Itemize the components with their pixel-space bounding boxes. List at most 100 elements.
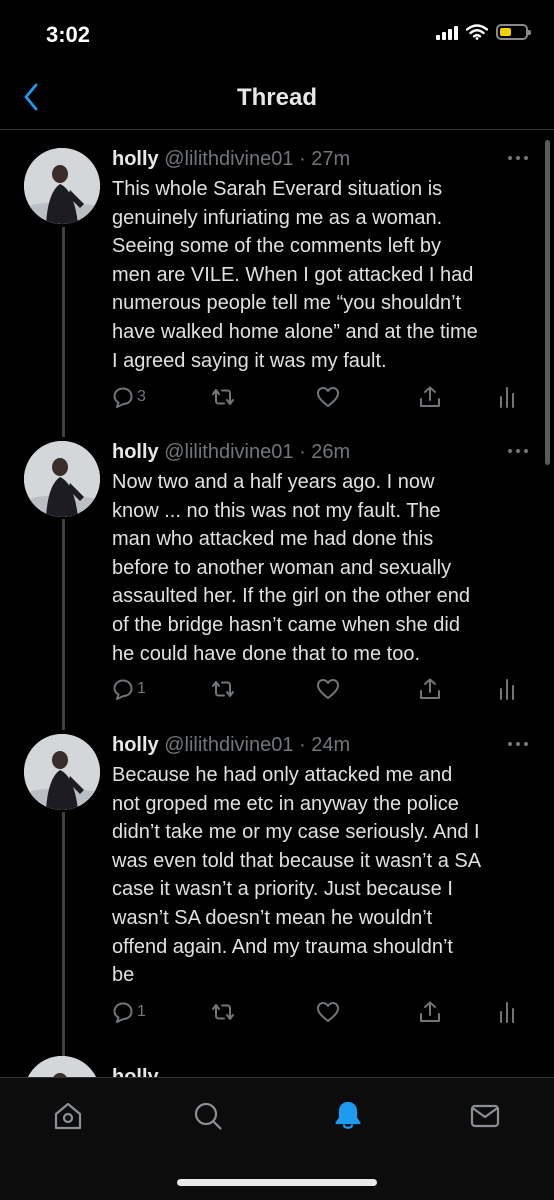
like-button[interactable] [316, 997, 340, 1027]
status-icons [436, 24, 531, 40]
analytics-button[interactable] [498, 997, 516, 1027]
tweet-text: Now two and a half years ago. I now know… [112, 468, 532, 668]
search-icon [194, 1102, 222, 1130]
scrollbar[interactable] [545, 140, 550, 465]
tab-messages[interactable] [463, 1094, 507, 1138]
retweet-button[interactable] [210, 997, 236, 1027]
analytics-icon [500, 679, 514, 700]
thread-connector-line [62, 714, 65, 730]
tweet-line: before to another woman and sexually [112, 556, 452, 579]
tweet-line: Because he had only attacked me and [112, 764, 453, 786]
tweet[interactable]: holly [0, 1036, 554, 1077]
battery-icon [496, 24, 531, 40]
reply-icon [113, 1002, 133, 1023]
tweet[interactable]: holly @lilithdivine01 · 24m Because he h… [0, 714, 554, 1057]
reply-button[interactable]: 1 [112, 997, 146, 1027]
notifications-bell-icon [335, 1101, 361, 1129]
tweet[interactable]: holly @lilithdivine01 · 26m Now two and … [0, 421, 554, 714]
thread-connector-line [62, 812, 65, 1057]
page-title: Thread [236, 84, 317, 111]
avatar[interactable] [24, 441, 100, 517]
tweet-line: was even told that because it wasn’t a S… [112, 849, 482, 872]
more-options-icon[interactable] [508, 742, 528, 746]
tweet-line: men are VILE. When I got attacked I had [112, 263, 474, 286]
display-name[interactable]: holly [112, 441, 159, 463]
user-handle[interactable]: @lilithdivine01 [164, 441, 293, 463]
tweet-line: be [112, 964, 135, 987]
avatar-photo [24, 441, 100, 517]
user-handle[interactable]: @lilithdivine01 [164, 734, 293, 756]
tweet-line: This whole Sarah Everard situation is [112, 178, 443, 200]
avatar-photo [24, 734, 100, 810]
status-bar: 3:02 [0, 0, 554, 66]
tweet-line: didn’t take me or my case seriously. And… [112, 821, 480, 844]
tweet-line: Seeing some of the comments left by [112, 235, 442, 258]
tweet-header: holly @lilithdivine01 · 26m [112, 441, 350, 464]
share-icon [420, 1001, 440, 1022]
avatar[interactable] [24, 1056, 100, 1077]
wifi-icon [466, 24, 488, 40]
tweet-line: have walked home alone” and at the time [112, 320, 478, 343]
more-options-icon[interactable] [508, 449, 528, 453]
tweet-text: Because he had only attacked me and not … [112, 761, 532, 990]
avatar[interactable] [24, 734, 100, 810]
tweet-line: know ... no this was not my fault. The [112, 499, 441, 522]
display-name[interactable]: holly [112, 148, 159, 170]
tab-search[interactable] [186, 1094, 230, 1138]
tweet-header: holly @lilithdivine01 · 24m [112, 734, 350, 757]
share-icon [420, 386, 440, 407]
tweet-line: case it wasn’t a priority. Just because … [112, 878, 453, 901]
tweet-text: This whole Sarah Everard situation is ge… [112, 175, 532, 375]
tweet-time: · 26m [299, 441, 351, 463]
analytics-button[interactable] [498, 382, 516, 412]
thread-connector-line [62, 421, 65, 437]
reply-count: 1 [137, 1003, 146, 1020]
tweet-line: wasn’t SA doesn’t mean he wouldn’t [112, 906, 433, 929]
tweet-line: man who attacked me had done this [112, 528, 434, 551]
share-button[interactable] [418, 674, 442, 704]
tweet-time: · 27m [299, 148, 351, 170]
tweet-time: · 24m [299, 734, 351, 756]
share-button[interactable] [418, 382, 442, 412]
tweet-actions: 1 [112, 674, 532, 704]
avatar-photo [24, 148, 100, 224]
thread-feed[interactable]: holly @lilithdivine01 · 27m This whole S… [0, 131, 554, 1077]
heart-icon [317, 1002, 339, 1022]
reply-button[interactable]: 1 [112, 674, 146, 704]
reply-button[interactable]: 3 [112, 382, 146, 412]
tweet-line: assaulted her. If the girl on the other … [112, 585, 471, 608]
tweet-header: holly [112, 1066, 159, 1077]
share-button[interactable] [418, 997, 442, 1027]
thread-connector-line [62, 227, 65, 421]
tweet-line: offend again. And my trauma shouldn’t [112, 935, 453, 958]
retweet-button[interactable] [210, 382, 236, 412]
reply-count: 3 [137, 388, 146, 405]
display-name[interactable]: holly [112, 734, 159, 756]
retweet-button[interactable] [210, 674, 236, 704]
home-indicator [177, 1179, 377, 1186]
like-button[interactable] [316, 674, 340, 704]
tweet-line: he could have done that to me too. [112, 642, 420, 665]
tweet-line: genuinely infuriating me as a woman. [112, 206, 443, 229]
more-options-icon[interactable] [508, 156, 528, 160]
tab-home[interactable] [46, 1094, 90, 1138]
thread-connector-line [62, 519, 65, 714]
tweet-actions: 3 [112, 382, 532, 412]
messages-envelope-icon [470, 1104, 500, 1128]
analytics-button[interactable] [498, 674, 516, 704]
tweet-line: not groped me etc in anyway the police [112, 792, 459, 815]
avatar[interactable] [24, 148, 100, 224]
avatar-photo [24, 1056, 100, 1077]
tweet[interactable]: holly @lilithdivine01 · 27m This whole S… [0, 131, 554, 421]
reply-icon [113, 679, 133, 700]
home-icon [54, 1102, 82, 1130]
user-handle[interactable]: @lilithdivine01 [164, 148, 293, 170]
nav-header: Thread [0, 66, 554, 130]
battery-level-fill [500, 28, 511, 36]
like-button[interactable] [316, 382, 340, 412]
tweet-actions: 1 [112, 997, 532, 1027]
share-icon [420, 678, 440, 699]
tweet-header: holly @lilithdivine01 · 27m [112, 148, 350, 171]
tab-notifications[interactable] [326, 1094, 370, 1138]
display-name[interactable]: holly [112, 1066, 159, 1077]
